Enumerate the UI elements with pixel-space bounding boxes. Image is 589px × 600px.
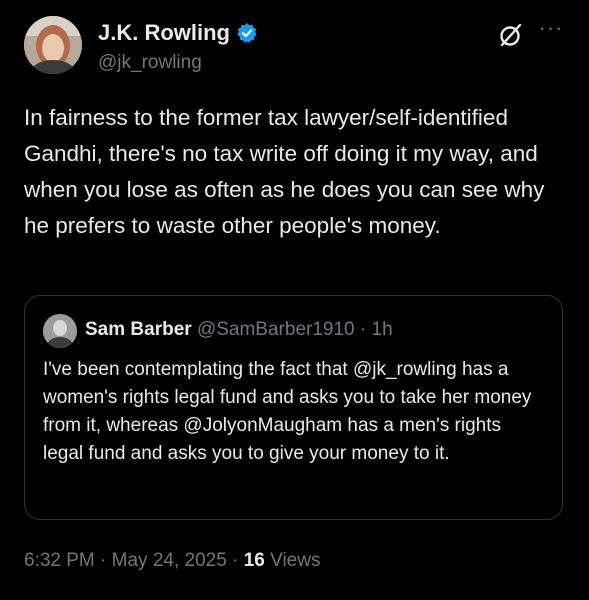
quoted-avatar[interactable] [43, 314, 77, 348]
more-icon[interactable]: ··· [537, 17, 565, 42]
meta-separator: · [232, 550, 239, 571]
views-count[interactable]: 16 [244, 550, 265, 571]
quoted-separator: · [359, 319, 367, 340]
quoted-time[interactable]: 1h [372, 319, 393, 340]
meta-separator: · [100, 550, 107, 571]
tweet[interactable]: J.K. Rowling @jk_rowling ··· In fairness… [0, 0, 589, 600]
tweet-text: In fairness to the former tax lawyer/sel… [24, 105, 545, 238]
views-label[interactable]: Views [270, 550, 320, 571]
tweet-meta: 6:32 PM · May 24, 2025 · 16 Views [24, 549, 320, 573]
quoted-text: I've been contemplating the fact that @j… [43, 359, 532, 464]
tweet-time[interactable]: 6:32 PM [24, 550, 95, 571]
author-handle[interactable]: @jk_rowling [98, 51, 202, 75]
verified-badge-icon[interactable] [236, 22, 258, 44]
quoted-handle[interactable]: @SamBarber1910 [197, 319, 355, 340]
quoted-header: Sam Barber @SamBarber1910 · 1h [85, 318, 393, 342]
grok-icon[interactable] [498, 22, 524, 48]
author-name[interactable]: J.K. Rowling [98, 20, 230, 46]
author-avatar[interactable] [24, 16, 82, 74]
quoted-tweet[interactable]: Sam Barber @SamBarber1910 · 1h I've been… [24, 295, 563, 520]
quoted-name[interactable]: Sam Barber [85, 319, 192, 340]
tweet-date[interactable]: May 24, 2025 [112, 550, 227, 571]
author-name-row[interactable]: J.K. Rowling [98, 20, 258, 46]
